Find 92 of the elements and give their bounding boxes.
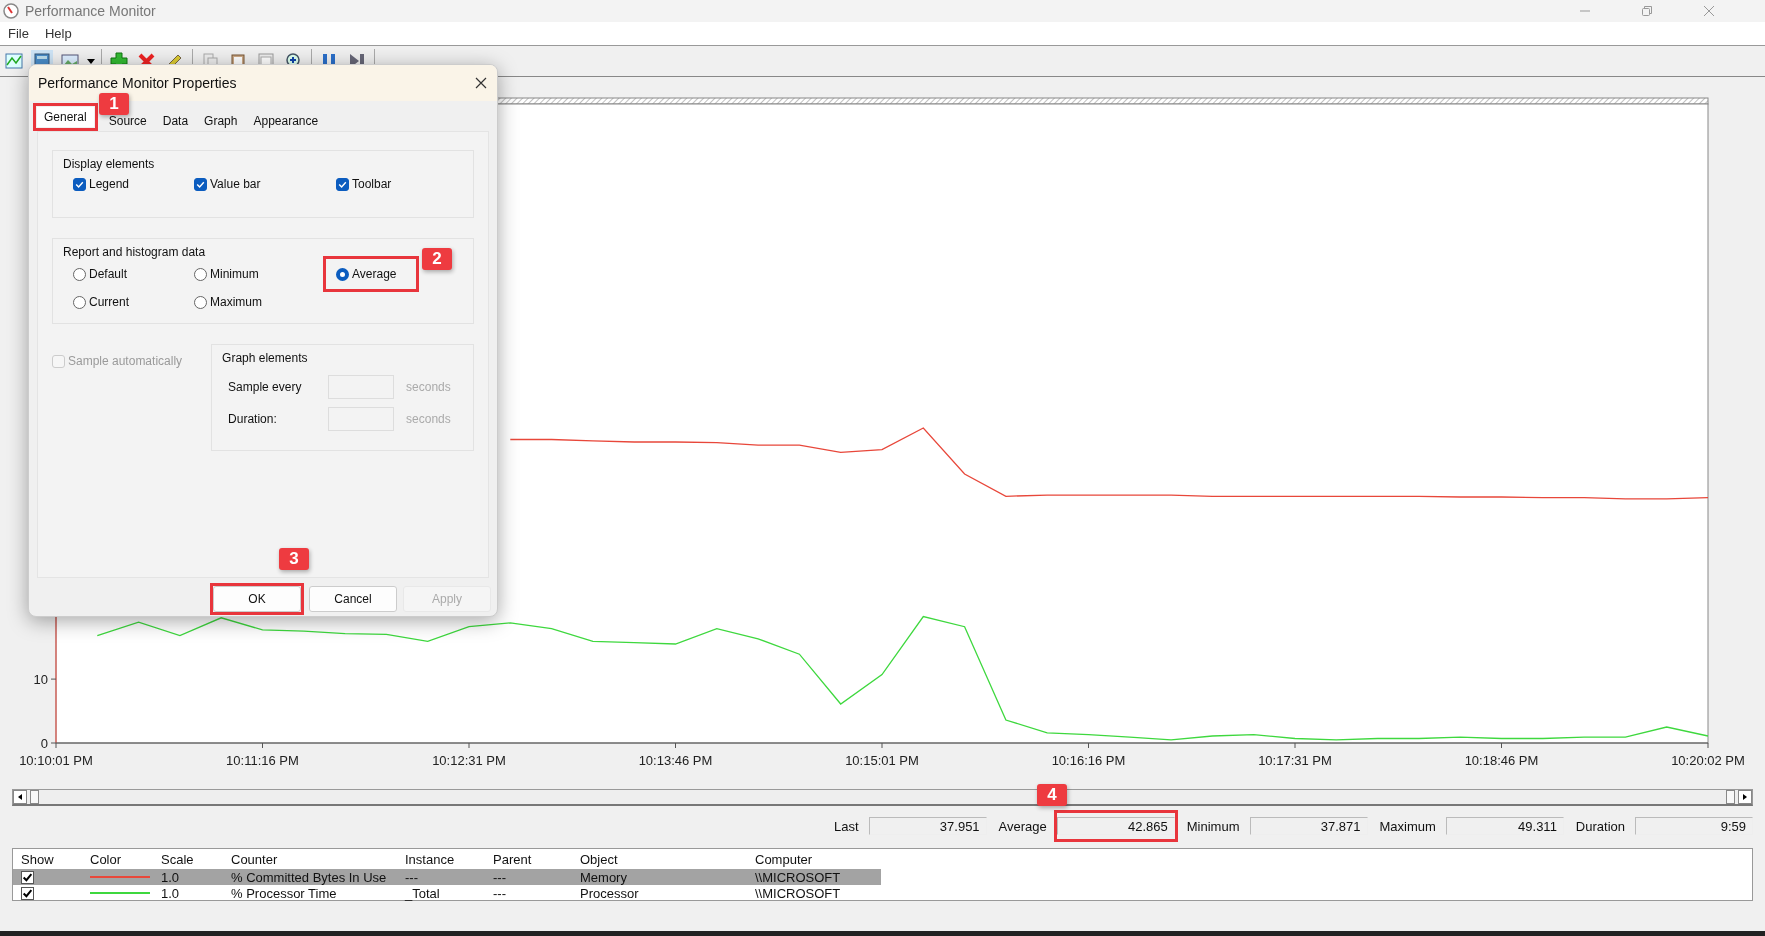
table-cell-text: ---	[492, 885, 507, 901]
radio-label: Current	[89, 295, 129, 309]
radio-button[interactable]	[73, 267, 86, 281]
radio-button[interactable]	[336, 267, 349, 281]
table-cell-text: ---	[492, 869, 507, 885]
show-checkbox[interactable]	[21, 870, 34, 884]
step-number: 4	[1037, 784, 1067, 806]
table-cell-text: 1.0	[160, 885, 181, 901]
table-cell-text: % Committed Bytes In Use	[230, 869, 388, 885]
dialog-button[interactable]: Cancel	[309, 586, 397, 612]
restore-icon[interactable]	[1641, 5, 1653, 17]
radio-label: Minimum	[210, 267, 259, 281]
column-header[interactable]: Scale	[153, 851, 223, 867]
tab[interactable]: Graph	[197, 111, 245, 131]
radio-label: Default	[89, 267, 128, 281]
group-title: Report and histogram data	[63, 245, 206, 259]
checkbox-label: Sample automatically	[68, 354, 183, 368]
show-checkbox[interactable]	[21, 886, 34, 900]
scrollbar[interactable]	[12, 788, 1753, 806]
checkbox-label: Toolbar	[352, 177, 392, 191]
unit-label: seconds	[406, 412, 451, 426]
window-title: Performance Monitor	[25, 3, 156, 19]
table-cell-text: % Processor Time	[230, 885, 338, 901]
column-header[interactable]: Counter	[223, 851, 397, 867]
column-header[interactable]: Instance	[397, 851, 485, 867]
close-icon[interactable]	[475, 77, 487, 89]
checkbox[interactable]	[73, 177, 86, 191]
group-title: Graph elements	[222, 351, 308, 365]
field-label: Duration:	[228, 412, 278, 426]
radio-button[interactable]	[194, 267, 207, 281]
value-label: Average	[998, 818, 1047, 834]
axis-label: 10:16:16 PM	[1051, 753, 1126, 768]
value-label: Last	[834, 818, 859, 834]
value-label: Maximum	[1379, 818, 1436, 834]
value-field: 49.311	[1445, 817, 1564, 835]
field-label: Sample every	[228, 380, 303, 394]
table-cell-text: \\MICROSOFT	[754, 869, 842, 885]
axis-label: 10:11:16 PM	[226, 753, 299, 768]
table-cell-text: _Total	[403, 885, 441, 901]
dialog-button[interactable]: OK	[213, 586, 301, 612]
column-header[interactable]: Show	[13, 851, 82, 867]
scroll-handle[interactable]	[30, 789, 39, 804]
left-arrow-button[interactable]	[13, 789, 27, 804]
step-number: 3	[279, 548, 309, 570]
chart-icon[interactable]	[3, 50, 25, 72]
column-header[interactable]: Color	[82, 851, 153, 867]
value-field: 42.865	[1056, 817, 1175, 835]
value-label: Minimum	[1186, 818, 1240, 834]
axis-label: 10:13:46 PM	[638, 753, 713, 768]
table-cell-text: Processor	[579, 885, 640, 901]
radio-button[interactable]	[73, 295, 86, 309]
table-cell-text: \\MICROSOFT	[754, 885, 842, 901]
legend-row[interactable]: 1.0 % Processor Time _Total --- Processor \\MICROSOFT	[13, 885, 1752, 901]
axis-label: 10:10:01 PM	[19, 753, 93, 768]
column-header[interactable]: Computer	[747, 851, 881, 867]
axis-label: 10	[33, 672, 48, 688]
tab[interactable]: Data	[155, 111, 196, 131]
value-field: 37.951	[868, 817, 987, 835]
menu-item[interactable]: Help	[44, 26, 72, 41]
axis-label: 10:15:01 PM	[845, 753, 919, 768]
value-label: Duration	[1575, 818, 1625, 834]
table-cell-text: 1.0	[160, 869, 181, 885]
legend-row[interactable]: 1.0 % Committed Bytes In Use --- --- Memory \\MICROSOFT	[13, 869, 881, 885]
table-cell-text: Memory	[579, 869, 628, 885]
checkbox[interactable]	[194, 177, 207, 191]
step-number: 2	[422, 248, 452, 270]
axis-label: 10:20:02 PM	[1671, 753, 1745, 768]
axis-label: 10:17:31 PM	[1258, 753, 1332, 768]
checkbox-label: Legend	[89, 177, 130, 191]
scroll-handle[interactable]	[1726, 789, 1735, 804]
dialog-title: Performance Monitor Properties	[38, 75, 237, 91]
checkbox[interactable]	[336, 177, 349, 191]
tab[interactable]: General	[37, 107, 94, 127]
value-field: 9:59	[1635, 817, 1753, 835]
step-number: 1	[99, 93, 129, 115]
axis-label: 10:12:31 PM	[432, 753, 506, 768]
column-header[interactable]: Object	[572, 851, 747, 867]
menu-item[interactable]: File	[8, 26, 29, 41]
unit-label: seconds	[406, 380, 451, 394]
axis-label: 0	[40, 736, 48, 751]
tab[interactable]: Appearance	[246, 111, 326, 131]
axis-label: 10:18:46 PM	[1464, 753, 1539, 768]
radio-button[interactable]	[194, 295, 207, 309]
radio-label: Maximum	[210, 295, 262, 309]
right-arrow-button[interactable]	[1738, 789, 1752, 804]
column-header[interactable]: Parent	[485, 851, 572, 867]
group-title: Display elements	[63, 157, 155, 171]
value-field: 37.871	[1249, 817, 1368, 835]
gauge-icon	[3, 3, 19, 19]
table-cell-text: ---	[404, 869, 419, 885]
checkbox-label: Value bar	[210, 177, 261, 191]
radio-label: Average	[352, 267, 397, 281]
